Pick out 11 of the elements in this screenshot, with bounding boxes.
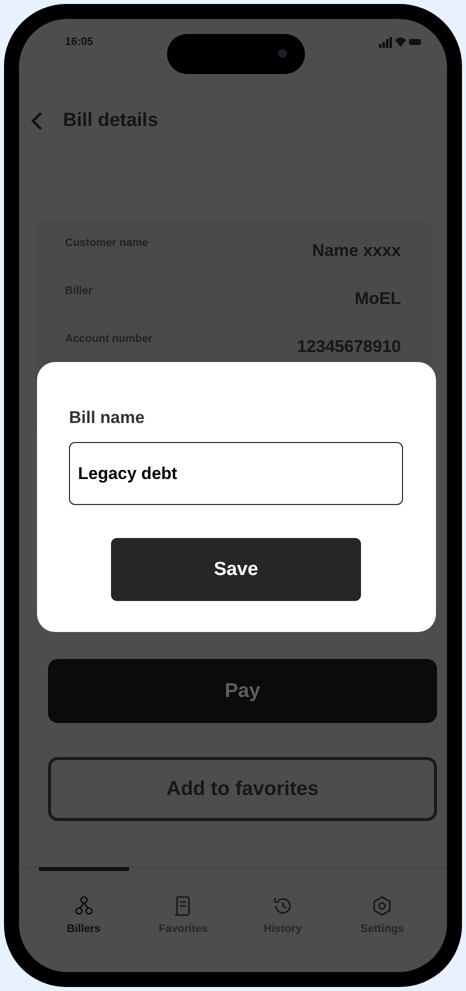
save-button[interactable]: Save xyxy=(111,538,361,601)
status-icons xyxy=(379,36,421,48)
people-icon xyxy=(72,895,95,917)
page-title: Bill details xyxy=(63,110,158,132)
pay-button[interactable]: Pay xyxy=(48,659,437,723)
back-icon[interactable] xyxy=(31,111,43,131)
field-label: Bill name xyxy=(69,408,145,428)
settings-icon xyxy=(371,895,394,917)
status-time: 16:05 xyxy=(65,36,94,48)
bill-name-field[interactable]: Legacy debt xyxy=(69,442,403,505)
tab-item[interactable]: Billers xyxy=(39,867,128,972)
